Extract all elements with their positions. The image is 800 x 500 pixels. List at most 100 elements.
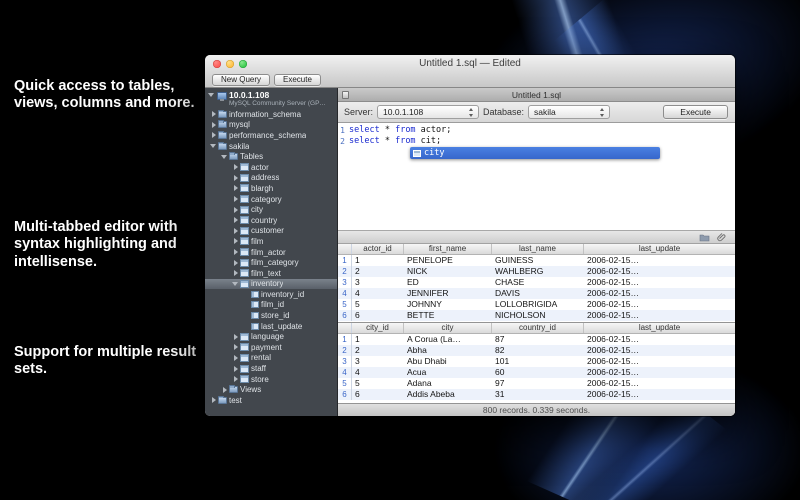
disclosure-collapsed-icon[interactable] xyxy=(210,131,217,139)
tree-item-rental[interactable]: rental xyxy=(205,353,337,364)
tree-item-category[interactable]: category xyxy=(205,194,337,205)
tree-item-film_category[interactable]: film_category xyxy=(205,257,337,268)
column-header-city[interactable]: city xyxy=(404,323,492,333)
disclosure-collapsed-icon[interactable] xyxy=(210,110,217,118)
result-cell[interactable]: 6 xyxy=(352,310,404,321)
result-cell[interactable]: 2006-02-15… xyxy=(584,266,735,277)
tree-item-Tables[interactable]: Tables xyxy=(205,151,337,162)
result-cell[interactable]: 2 xyxy=(352,266,404,277)
result-row[interactable]: 44JENNIFERDAVIS2006-02-15… xyxy=(338,288,735,299)
tree-item-test[interactable]: test xyxy=(205,395,337,406)
result-cell[interactable]: 2006-02-15… xyxy=(584,310,735,321)
result-cell[interactable]: 2006-02-15… xyxy=(584,345,735,356)
disclosure-collapsed-icon[interactable] xyxy=(232,163,239,171)
result-cell[interactable]: GUINESS xyxy=(492,255,584,266)
tree-item-film_text[interactable]: film_text xyxy=(205,268,337,279)
execute-toolbar-button[interactable]: Execute xyxy=(274,74,321,86)
column-header-country_id[interactable]: country_id xyxy=(492,323,584,333)
document-icon[interactable] xyxy=(342,91,349,99)
result-row[interactable]: 33Abu Dhabi1012006-02-15… xyxy=(338,356,735,367)
tree-item-staff[interactable]: staff xyxy=(205,363,337,374)
disclosure-collapsed-icon[interactable] xyxy=(232,269,239,277)
result-cell[interactable]: 2006-02-15… xyxy=(584,277,735,288)
disclosure-expanded-icon[interactable] xyxy=(208,91,215,99)
tab-untitled-sql[interactable]: Untitled 1.sql xyxy=(338,90,735,100)
result-cell[interactable]: LOLLOBRIGIDA xyxy=(492,299,584,310)
result-cell[interactable]: JOHNNY xyxy=(404,299,492,310)
minimize-window-button[interactable] xyxy=(226,60,234,68)
tree-item-actor[interactable]: actor xyxy=(205,162,337,173)
result-cell[interactable]: DAVIS xyxy=(492,288,584,299)
disclosure-collapsed-icon[interactable] xyxy=(210,121,217,129)
tree-item-language[interactable]: language xyxy=(205,331,337,342)
disclosure-collapsed-icon[interactable] xyxy=(232,333,239,341)
tree-item-blargh[interactable]: blargh xyxy=(205,183,337,194)
result-cell[interactable]: 2006-02-15… xyxy=(584,255,735,266)
column-header-last_update[interactable]: last_update xyxy=(584,323,735,333)
result-cell[interactable]: 1 xyxy=(352,255,404,266)
result-row[interactable]: 11PENELOPEGUINESS2006-02-15… xyxy=(338,255,735,266)
column-header-city_id[interactable]: city_id xyxy=(352,323,404,333)
column-header-first_name[interactable]: first_name xyxy=(404,244,492,254)
disclosure-collapsed-icon[interactable] xyxy=(210,396,217,404)
result-cell[interactable]: 31 xyxy=(492,389,584,400)
result-cell[interactable]: 3 xyxy=(352,277,404,288)
column-header-actor_id[interactable]: actor_id xyxy=(352,244,404,254)
result-row[interactable]: 22Abha822006-02-15… xyxy=(338,345,735,356)
disclosure-collapsed-icon[interactable] xyxy=(232,237,239,245)
disclosure-collapsed-icon[interactable] xyxy=(232,343,239,351)
column-header-last_name[interactable]: last_name xyxy=(492,244,584,254)
tree-item-sakila[interactable]: sakila xyxy=(205,141,337,152)
tree-item-last_update[interactable]: last_update xyxy=(205,321,337,332)
tree-item-Views[interactable]: Views xyxy=(205,384,337,395)
disclosure-collapsed-icon[interactable] xyxy=(232,195,239,203)
column-header-last_update[interactable]: last_update xyxy=(584,244,735,254)
result-cell[interactable]: 82 xyxy=(492,345,584,356)
result-row[interactable]: 44Acua602006-02-15… xyxy=(338,367,735,378)
code-line[interactable]: 2select * from cit; xyxy=(338,136,735,147)
result-cell[interactable]: 5 xyxy=(352,299,404,310)
disclosure-collapsed-icon[interactable] xyxy=(232,174,239,182)
result-cell[interactable]: 97 xyxy=(492,378,584,389)
code-line[interactable]: 1select * from actor; xyxy=(338,125,735,136)
result-cell[interactable]: Abu Dhabi xyxy=(404,356,492,367)
close-window-button[interactable] xyxy=(213,60,221,68)
disclosure-collapsed-icon[interactable] xyxy=(232,365,239,373)
result-cell[interactable]: 4 xyxy=(352,288,404,299)
disclosure-collapsed-icon[interactable] xyxy=(232,216,239,224)
tree-item-payment[interactable]: payment xyxy=(205,342,337,353)
result-row[interactable]: 66BETTENICHOLSON2006-02-15… xyxy=(338,310,735,321)
result-cell[interactable]: BETTE xyxy=(404,310,492,321)
disclosure-collapsed-icon[interactable] xyxy=(232,354,239,362)
result-row[interactable]: 66Addis Abeba312006-02-15… xyxy=(338,389,735,400)
tree-item-inventory[interactable]: inventory xyxy=(205,279,337,290)
result-cell[interactable]: 2006-02-15… xyxy=(584,334,735,345)
result-cell[interactable]: 87 xyxy=(492,334,584,345)
result-cell[interactable]: Abha xyxy=(404,345,492,356)
result-cell[interactable]: JENNIFER xyxy=(404,288,492,299)
result-cell[interactable]: ED xyxy=(404,277,492,288)
result-cell[interactable]: 2006-02-15… xyxy=(584,367,735,378)
tree-item-film[interactable]: film xyxy=(205,236,337,247)
tree-item-film_actor[interactable]: film_actor xyxy=(205,247,337,258)
tree-item-country[interactable]: country xyxy=(205,215,337,226)
result-cell[interactable]: 2006-02-15… xyxy=(584,356,735,367)
result-cell[interactable]: 1 xyxy=(352,334,404,345)
execute-query-button[interactable]: Execute xyxy=(663,105,728,119)
disclosure-expanded-icon[interactable] xyxy=(210,142,217,150)
disclosure-collapsed-icon[interactable] xyxy=(232,259,239,267)
tree-item-mysql[interactable]: mysql xyxy=(205,120,337,131)
result-cell[interactable]: 5 xyxy=(352,378,404,389)
disclosure-collapsed-icon[interactable] xyxy=(221,386,228,394)
zoom-window-button[interactable] xyxy=(239,60,247,68)
tree-item-film_id[interactable]: film_id xyxy=(205,300,337,311)
result-cell[interactable]: NICK xyxy=(404,266,492,277)
result-cell[interactable]: 2006-02-15… xyxy=(584,288,735,299)
result-cell[interactable]: 2006-02-15… xyxy=(584,378,735,389)
tree-item-address[interactable]: address xyxy=(205,173,337,184)
result-cell[interactable]: 101 xyxy=(492,356,584,367)
disclosure-collapsed-icon[interactable] xyxy=(232,206,239,214)
paperclip-icon[interactable] xyxy=(717,232,727,242)
database-select[interactable]: sakila xyxy=(528,105,610,119)
result-cell[interactable]: WAHLBERG xyxy=(492,266,584,277)
